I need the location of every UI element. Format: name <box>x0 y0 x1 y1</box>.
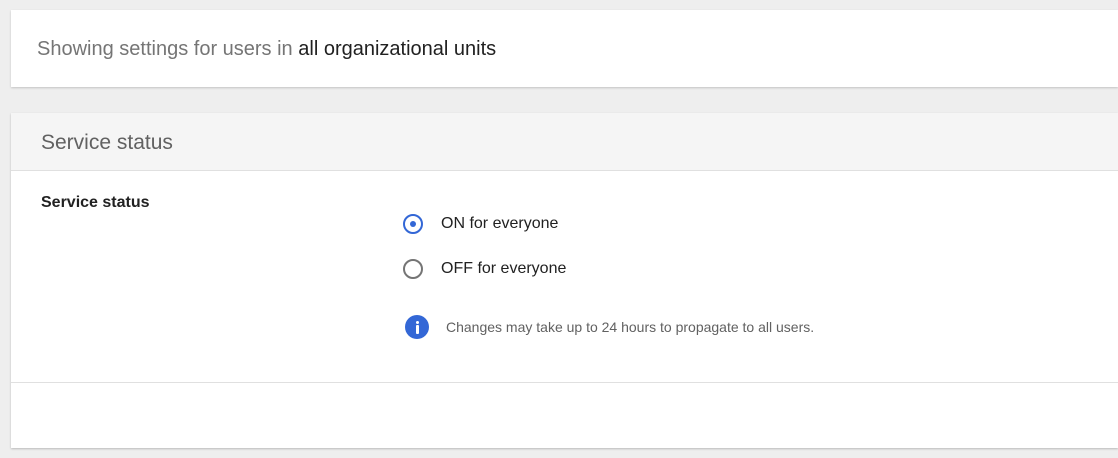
info-note: Changes may take up to 24 hours to propa… <box>405 314 814 340</box>
radio-off-label[interactable]: OFF for everyone <box>441 260 566 278</box>
org-unit-banner: Showing settings for users in all organi… <box>11 10 1118 87</box>
radio-on-button[interactable] <box>403 214 423 234</box>
radio-off-button[interactable] <box>403 259 423 279</box>
org-unit-scope: all organizational units <box>298 38 497 60</box>
radio-option-off[interactable]: OFF for everyone <box>403 256 566 282</box>
radio-on-label[interactable]: ON for everyone <box>441 215 558 233</box>
setting-label: Service status <box>41 194 150 211</box>
info-icon <box>405 315 429 339</box>
panel-title: Service status <box>41 131 173 154</box>
service-status-panel: Service status Service status ON for eve… <box>11 113 1118 448</box>
info-message: Changes may take up to 24 hours to propa… <box>446 319 815 335</box>
radio-option-on[interactable]: ON for everyone <box>403 211 558 237</box>
org-unit-banner-text: Showing settings for users in all organi… <box>37 38 496 61</box>
service-status-header: Service status <box>11 113 1118 171</box>
panel-divider <box>11 382 1118 383</box>
org-unit-prefix: Showing settings for users in <box>37 38 293 60</box>
